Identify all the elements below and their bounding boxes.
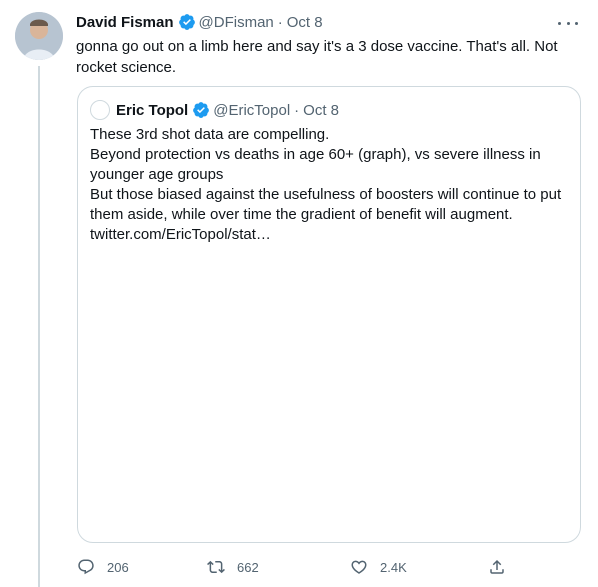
share-button[interactable] <box>488 558 506 576</box>
more-icon[interactable] <box>558 16 578 30</box>
tweet-date[interactable]: Oct 8 <box>287 14 323 31</box>
tweet[interactable]: David Fisman @DFisman · Oct 8 gonna go o… <box>76 10 584 78</box>
like-count: 2.4K <box>380 559 407 575</box>
quote-avatar <box>90 100 110 120</box>
author-avatar[interactable] <box>15 12 63 60</box>
quote-header: Eric Topol @EricTopol · Oct 8 <box>90 99 568 121</box>
quote-text-line: These 3rd shot data are compelling. <box>90 126 330 143</box>
retweet-button[interactable]: 662 <box>207 558 350 576</box>
tweet-header: David Fisman @DFisman · Oct 8 <box>76 10 584 34</box>
verified-badge-icon <box>178 13 196 31</box>
quote-text-line: But those biased against the usefulness … <box>90 186 562 203</box>
separator: · <box>277 13 283 31</box>
quoted-tweet[interactable]: Eric Topol @EricTopol · Oct 8 These 3rd … <box>77 86 581 543</box>
quote-text-line: younger age groups <box>90 166 224 183</box>
quote-link[interactable]: twitter.com/EricTopol/stat… <box>90 225 568 245</box>
reply-button[interactable]: 206 <box>77 558 207 576</box>
separator: · <box>294 101 300 119</box>
reply-count: 206 <box>107 559 129 575</box>
retweet-icon <box>207 560 225 574</box>
quote-text-line: them aside, while over time the gradient… <box>90 206 513 223</box>
quote-date: Oct 8 <box>303 101 340 119</box>
retweet-count: 662 <box>237 559 259 575</box>
author-name[interactable]: David Fisman <box>76 14 174 31</box>
quote-author-handle: @EricTopol <box>213 101 291 119</box>
like-icon <box>351 560 367 574</box>
thread-line <box>38 66 40 587</box>
verified-badge-icon <box>192 101 210 119</box>
reply-icon <box>78 559 94 575</box>
quote-text-line: Beyond protection vs deaths in age 60+ (… <box>90 146 541 163</box>
share-icon <box>490 559 504 574</box>
tweet-text: gonna go out on a limb here and say it's… <box>76 38 558 76</box>
like-button[interactable]: 2.4K <box>350 558 488 576</box>
action-bar: 206 662 2.4K <box>77 555 507 579</box>
quote-text: These 3rd shot data are compelling. Beyo… <box>90 125 568 245</box>
quote-author-name: Eric Topol <box>116 101 189 119</box>
author-handle[interactable]: @DFisman <box>199 14 274 31</box>
